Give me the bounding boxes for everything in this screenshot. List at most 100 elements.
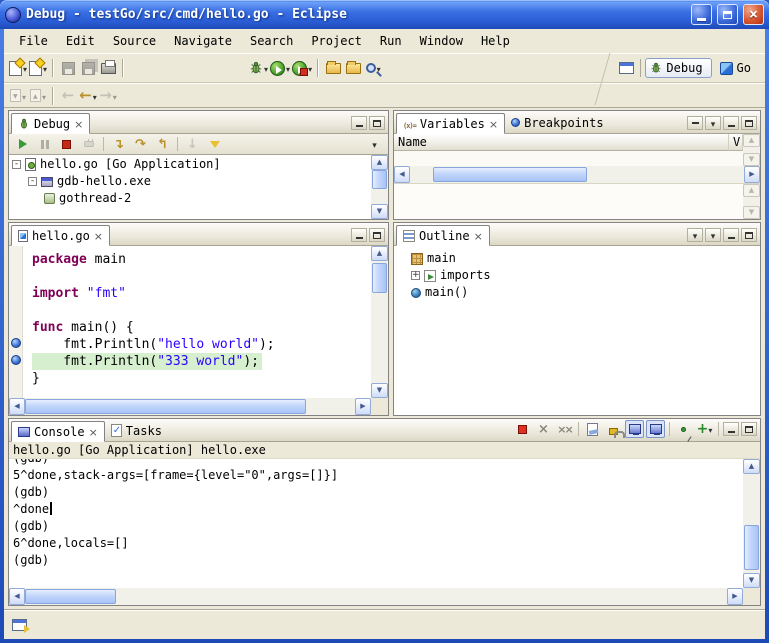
debug-tree-area[interactable]: -hello.go [Go Application]-gdb-hello.exe… xyxy=(9,155,388,219)
forward-button[interactable] xyxy=(98,85,118,107)
pin-console-button[interactable] xyxy=(674,420,693,438)
remove-all-launches-button[interactable] xyxy=(555,420,574,438)
window-close-button[interactable] xyxy=(743,4,764,25)
drop-to-frame-button[interactable] xyxy=(183,136,202,153)
open-console-button[interactable] xyxy=(695,420,714,438)
menu-search[interactable]: Search xyxy=(241,31,302,51)
terminate-button[interactable] xyxy=(57,136,76,153)
detail-vertical-scrollbar[interactable] xyxy=(743,184,760,219)
open-perspective-button[interactable] xyxy=(616,57,636,79)
scroll-down-icon[interactable] xyxy=(371,204,388,219)
menu-run[interactable]: Run xyxy=(371,31,411,51)
minimize-view-button[interactable] xyxy=(723,422,739,436)
minimize-view-button[interactable] xyxy=(723,116,739,130)
step-into-button[interactable] xyxy=(109,136,128,153)
next-annotation-button[interactable] xyxy=(8,85,28,107)
tree-item[interactable]: main() xyxy=(408,284,760,301)
debug-button[interactable] xyxy=(248,57,269,79)
step-filters-button[interactable] xyxy=(205,136,224,153)
code-line[interactable] xyxy=(32,302,371,319)
suspend-button[interactable] xyxy=(35,136,54,153)
new-project-button[interactable] xyxy=(28,57,48,79)
menu-help[interactable]: Help xyxy=(472,31,519,51)
last-edit-location-button[interactable] xyxy=(58,85,78,107)
scroll-left-icon[interactable] xyxy=(9,588,25,605)
search-button[interactable] xyxy=(363,57,383,79)
sort-button[interactable] xyxy=(687,228,703,242)
menu-source[interactable]: Source xyxy=(104,31,165,51)
close-icon[interactable] xyxy=(74,117,83,131)
code-line[interactable]: import "fmt" xyxy=(32,285,371,302)
tab-breakpoints[interactable]: Breakpoints xyxy=(505,112,609,133)
dropdown-arrow-icon[interactable] xyxy=(286,61,290,75)
view-menu-button[interactable] xyxy=(365,136,384,153)
collapse-all-button[interactable] xyxy=(687,116,703,130)
tab-tasks[interactable]: Tasks xyxy=(105,420,168,441)
window-maximize-button[interactable] xyxy=(717,4,738,25)
perspective-debug-button[interactable]: Debug xyxy=(645,58,711,78)
close-icon[interactable] xyxy=(474,229,483,243)
scroll-lock-button[interactable] xyxy=(604,420,623,438)
back-button[interactable] xyxy=(78,85,98,107)
view-menu-button[interactable] xyxy=(705,116,721,130)
terminate-button[interactable] xyxy=(513,420,532,438)
minimize-view-button[interactable] xyxy=(351,228,367,242)
view-menu-button[interactable] xyxy=(705,228,721,242)
maximize-view-button[interactable] xyxy=(369,116,385,130)
maximize-view-button[interactable] xyxy=(369,228,385,242)
variables-table-area[interactable]: Name V xyxy=(394,134,760,219)
show-stderr-button[interactable] xyxy=(646,420,665,438)
maximize-view-button[interactable] xyxy=(741,228,757,242)
breakpoint-marker[interactable] xyxy=(11,338,21,348)
close-icon[interactable] xyxy=(94,229,103,243)
editor-vertical-scrollbar[interactable] xyxy=(371,246,388,398)
dropdown-arrow-icon[interactable] xyxy=(708,422,712,436)
scroll-right-icon[interactable] xyxy=(727,588,743,605)
annotation-ruler[interactable] xyxy=(9,246,23,398)
clear-console-button[interactable] xyxy=(583,420,602,438)
console-horizontal-scrollbar[interactable] xyxy=(9,588,743,605)
dropdown-arrow-icon[interactable] xyxy=(308,61,312,75)
window-minimize-button[interactable] xyxy=(691,4,712,25)
dropdown-arrow-icon[interactable] xyxy=(93,89,97,103)
menu-navigate[interactable]: Navigate xyxy=(165,31,241,51)
column-header-name[interactable]: Name xyxy=(394,134,729,151)
scroll-right-icon[interactable] xyxy=(355,398,371,415)
tab-debug[interactable]: Debug xyxy=(11,113,90,134)
tab-console[interactable]: Console xyxy=(11,421,105,442)
code-editor-area[interactable]: package main import "fmt" func main() { … xyxy=(24,246,371,398)
tree-item[interactable]: -gdb-hello.exe xyxy=(9,173,388,190)
show-stdout-button[interactable] xyxy=(625,420,644,438)
menu-project[interactable]: Project xyxy=(302,31,371,51)
new-wizard-button[interactable] xyxy=(8,57,28,79)
tree-expander-icon[interactable]: + xyxy=(411,271,420,280)
previous-annotation-button[interactable] xyxy=(28,85,48,107)
scroll-right-icon[interactable] xyxy=(744,166,760,183)
tab-outline[interactable]: Outline xyxy=(396,225,490,246)
tree-item[interactable]: gothread-2 xyxy=(9,190,388,207)
titlebar[interactable]: Debug - testGo/src/cmd/hello.go - Eclips… xyxy=(0,0,769,29)
code-line[interactable]: func main() { xyxy=(32,319,371,336)
disconnect-button[interactable] xyxy=(79,136,98,153)
open-resource-button[interactable] xyxy=(343,57,363,79)
menu-file[interactable]: File xyxy=(10,31,57,51)
scroll-down-icon[interactable] xyxy=(371,383,388,398)
scroll-up-icon[interactable] xyxy=(371,155,388,170)
print-button[interactable] xyxy=(98,57,118,79)
code-line[interactable]: } xyxy=(32,370,371,387)
code-line[interactable]: package main xyxy=(32,251,371,268)
step-return-button[interactable] xyxy=(153,136,172,153)
scroll-up-icon[interactable] xyxy=(371,246,388,261)
code-line[interactable]: fmt.Println("hello world"); xyxy=(32,336,371,353)
scroll-down-icon[interactable] xyxy=(743,573,760,588)
resume-button[interactable] xyxy=(13,136,32,153)
scroll-up-icon[interactable] xyxy=(743,459,760,474)
tab-variables[interactable]: Variables xyxy=(396,113,505,134)
tree-item[interactable]: -hello.go [Go Application] xyxy=(9,156,388,173)
tree-expander-icon[interactable]: - xyxy=(28,177,37,186)
code-line[interactable] xyxy=(32,268,371,285)
variables-detail-pane[interactable] xyxy=(394,183,760,219)
external-tools-button[interactable] xyxy=(291,57,313,79)
close-icon[interactable] xyxy=(489,117,498,131)
run-button[interactable] xyxy=(269,57,291,79)
